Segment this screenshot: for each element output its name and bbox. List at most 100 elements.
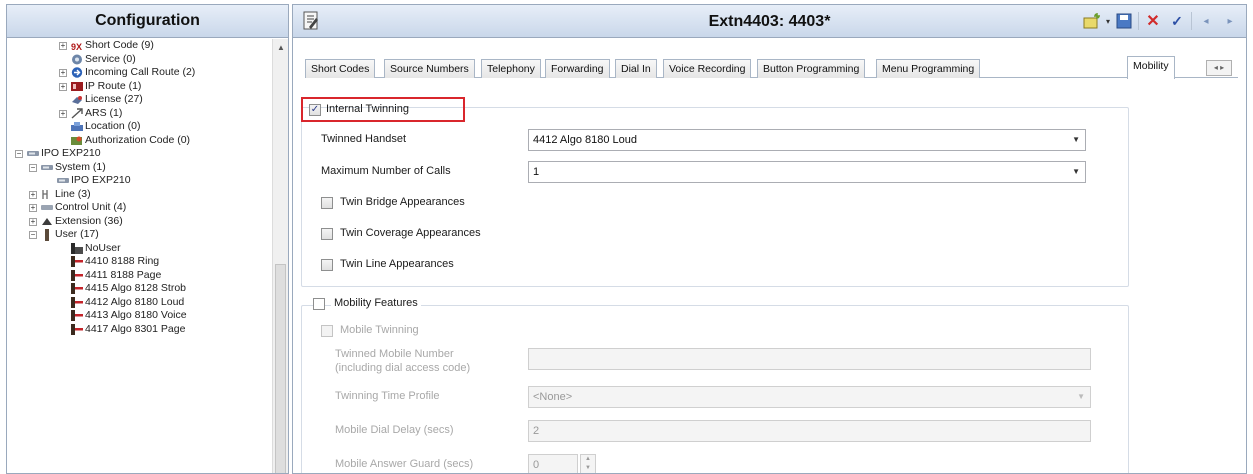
user-group-icon: [41, 228, 53, 241]
chevron-down-icon[interactable]: ▼: [1077, 387, 1085, 407]
collapse-icon[interactable]: −: [29, 231, 37, 239]
max-calls-select[interactable]: 1 ▼: [528, 161, 1086, 183]
twin-line-checkbox[interactable]: [321, 259, 333, 271]
tree-item-service[interactable]: Service (0): [7, 53, 273, 67]
configuration-tree: + 9X Short Code (9) Service (0) + Incomi…: [7, 39, 273, 473]
tree-item-label: 4417 Algo 8301 Page: [85, 322, 186, 335]
tree-item-user-4415[interactable]: 4415 Algo 8128 Strob: [7, 282, 273, 296]
short-code-icon: 9X: [71, 40, 83, 51]
mobile-dial-delay-field[interactable]: 2: [528, 420, 1091, 442]
twinned-handset-select[interactable]: 4412 Algo 8180 Loud ▼: [528, 129, 1086, 151]
tab-telephony[interactable]: Telephony: [481, 59, 541, 78]
twin-bridge-label: Twin Bridge Appearances: [340, 196, 465, 208]
twinning-time-profile-label: Twinning Time Profile: [335, 390, 440, 402]
tree-item-ipo-exp210[interactable]: − IPO EXP210: [7, 147, 273, 161]
mobile-answer-guard-label: Mobile Answer Guard (secs): [335, 458, 474, 470]
tree-item-user-4417[interactable]: 4417 Algo 8301 Page: [7, 323, 273, 337]
system-node-icon: [57, 175, 69, 186]
collapse-icon[interactable]: −: [15, 150, 23, 158]
expand-icon[interactable]: +: [29, 204, 37, 212]
tree-item-label: Control Unit (4): [55, 201, 127, 213]
tab-dial-in[interactable]: Dial In: [615, 59, 657, 78]
user-icon: [71, 310, 83, 321]
svg-text:9X: 9X: [71, 42, 82, 51]
details-pane: Extn4403: 4403* ▾ ✕ ✓ ◂ ▸ Short Codes So…: [292, 4, 1247, 474]
tree-item-license[interactable]: License (27): [7, 93, 273, 107]
expand-icon[interactable]: +: [29, 190, 37, 199]
expand-icon[interactable]: +: [59, 69, 67, 77]
tab-source-numbers[interactable]: Source Numbers: [384, 59, 475, 78]
user-icon: [71, 283, 83, 294]
internal-twinning-checkbox[interactable]: ✓: [309, 104, 321, 116]
tree-item-label: 4411 8188 Page: [85, 268, 162, 281]
scroll-up-icon[interactable]: ▲: [277, 43, 285, 52]
back-icon[interactable]: ◂: [1196, 11, 1216, 31]
tree-item-line[interactable]: + Line (3): [7, 188, 273, 202]
tree-item-label: ARS (1): [85, 106, 123, 119]
chevron-down-icon[interactable]: ▼: [1072, 162, 1080, 182]
collapse-icon[interactable]: −: [29, 163, 37, 172]
tab-scroll-arrows[interactable]: ◂ ▸: [1206, 60, 1232, 76]
mobile-answer-guard-field[interactable]: 0: [528, 454, 578, 473]
configuration-pane: Configuration + 9X Short Code (9) Servic…: [6, 4, 289, 474]
chevron-down-icon[interactable]: ▼: [1072, 130, 1080, 150]
tab-strip: Short Codes Source Numbers Telephony For…: [305, 56, 1238, 79]
mobility-features-label: Mobility Features: [331, 297, 421, 309]
twinned-mobile-number-field[interactable]: [528, 348, 1091, 370]
tab-short-codes[interactable]: Short Codes: [305, 59, 376, 78]
tree-item-user-4411[interactable]: 4411 8188 Page: [7, 269, 273, 283]
tree-item-label: IPO EXP210: [41, 147, 101, 159]
new-dropdown-icon[interactable]: ▾: [1106, 17, 1110, 26]
new-icon[interactable]: [1082, 11, 1102, 31]
tree-item-system[interactable]: − System (1): [7, 161, 273, 175]
tree-item-user-4413[interactable]: 4413 Algo 8180 Voice: [7, 309, 273, 323]
save-icon[interactable]: [1114, 11, 1134, 31]
location-icon: [71, 121, 83, 132]
line-icon: [41, 189, 53, 200]
tab-forwarding[interactable]: Forwarding: [545, 59, 610, 78]
license-icon: [71, 94, 83, 105]
toolbar-separator: [1138, 12, 1139, 30]
mobile-twinning-label: Mobile Twinning: [340, 324, 419, 336]
tree-scrollbar[interactable]: ▲: [272, 39, 288, 473]
twin-bridge-checkbox[interactable]: [321, 197, 333, 209]
twinning-time-profile-select[interactable]: <None> ▼: [528, 386, 1091, 408]
user-icon: [71, 256, 83, 267]
tree-item-ars[interactable]: + ARS (1): [7, 107, 273, 121]
tree-item-label: IPO EXP210: [71, 174, 131, 186]
tree-item-nouser[interactable]: NoUser: [7, 242, 273, 256]
answer-guard-spinner[interactable]: ▲ ▼: [580, 454, 596, 473]
internal-twinning-label: Internal Twinning: [326, 103, 409, 115]
tree-item-extension[interactable]: + Extension (36): [7, 215, 273, 229]
tab-mobility[interactable]: Mobility: [1127, 56, 1175, 79]
mobile-twinning-checkbox[interactable]: [321, 325, 333, 337]
tree-item-authorization-code[interactable]: Authorization Code (0): [7, 134, 273, 148]
tree-item-user-4410[interactable]: 4410 8188 Ring: [7, 255, 273, 269]
tab-voice-recording[interactable]: Voice Recording: [663, 59, 752, 78]
forward-icon[interactable]: ▸: [1220, 11, 1240, 31]
tree-item-user-4412[interactable]: 4412 Algo 8180 Loud: [7, 296, 273, 310]
tree-item-short-code[interactable]: + 9X Short Code (9): [7, 39, 273, 53]
tree-item-incoming-call-route[interactable]: + Incoming Call Route (2): [7, 66, 273, 80]
twin-coverage-label: Twin Coverage Appearances: [340, 227, 481, 239]
expand-icon[interactable]: +: [29, 217, 37, 226]
expand-icon[interactable]: +: [59, 42, 67, 50]
tab-button-programming[interactable]: Button Programming: [757, 59, 866, 78]
delete-icon[interactable]: ✕: [1143, 11, 1163, 31]
tree-item-system-ipo-exp210[interactable]: IPO EXP210: [7, 174, 273, 188]
service-icon: [71, 54, 83, 65]
tree-item-user[interactable]: − User (17): [7, 228, 273, 242]
tree-item-location[interactable]: Location (0): [7, 120, 273, 134]
tree-item-ip-route[interactable]: + IP Route (1): [7, 80, 273, 94]
tree-item-control-unit[interactable]: + Control Unit (4): [7, 201, 273, 215]
ok-icon[interactable]: ✓: [1167, 11, 1187, 31]
tree-item-label: 4412 Algo 8180 Loud: [85, 295, 185, 308]
expand-icon[interactable]: +: [59, 82, 67, 91]
twinned-handset-label: Twinned Handset: [321, 133, 406, 145]
twin-coverage-checkbox[interactable]: [321, 228, 333, 240]
scrollbar-thumb[interactable]: [275, 264, 286, 473]
tab-menu-programming[interactable]: Menu Programming: [876, 59, 981, 78]
twin-line-label: Twin Line Appearances: [340, 258, 454, 270]
expand-icon[interactable]: +: [59, 109, 67, 118]
mobility-features-checkbox[interactable]: [313, 298, 325, 310]
